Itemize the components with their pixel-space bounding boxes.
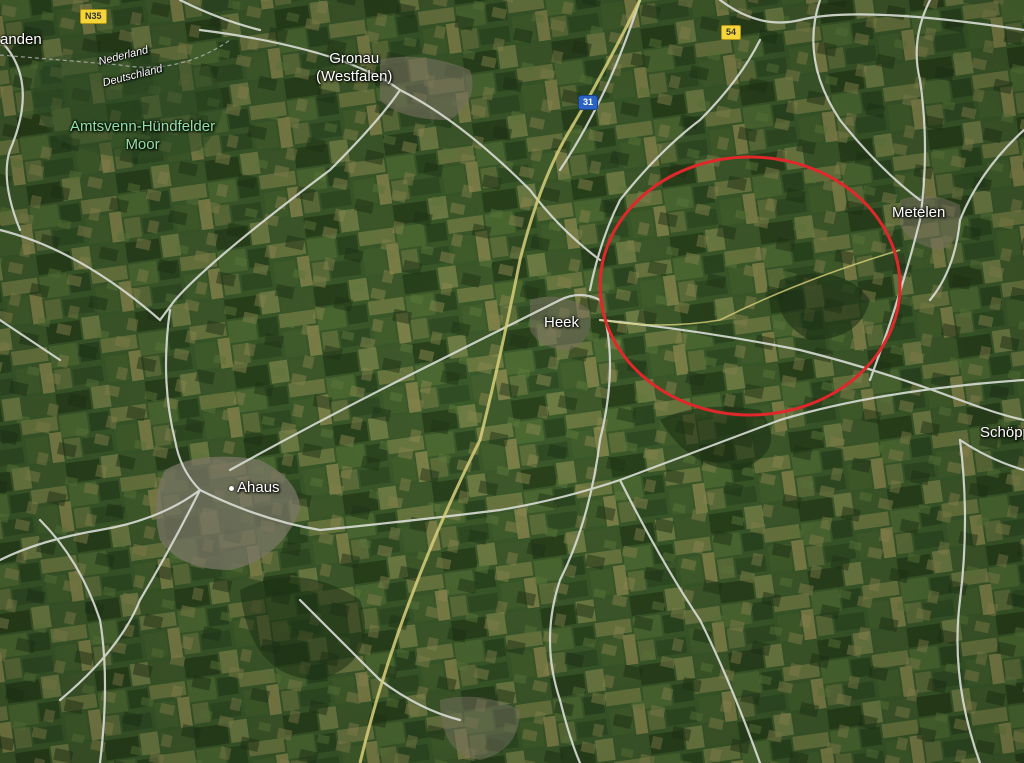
- place-label-landen: anden: [0, 31, 42, 48]
- place-label-metelen: Metelen: [892, 204, 946, 221]
- map-view[interactable]: N35 54 31 anden Gronau (Westfalen) Amtsv…: [0, 0, 1024, 763]
- place-label-nature-reserve: Amtsvenn-Hündfelder Moor: [70, 118, 216, 153]
- satellite-map[interactable]: [0, 0, 1024, 763]
- route-shield-a31: 31: [578, 95, 599, 110]
- place-label-schoppingen: Schöpp: [980, 424, 1024, 441]
- route-shield-54: 54: [721, 25, 742, 40]
- place-label-ahaus: Ahaus: [229, 479, 280, 497]
- place-dot-icon: [229, 485, 234, 491]
- place-label-gronau: Gronau (Westfalen): [316, 50, 393, 85]
- place-label-ahaus-text: Ahaus: [237, 479, 280, 496]
- place-label-heek: Heek: [544, 314, 580, 331]
- route-shield-n35: N35: [80, 9, 107, 24]
